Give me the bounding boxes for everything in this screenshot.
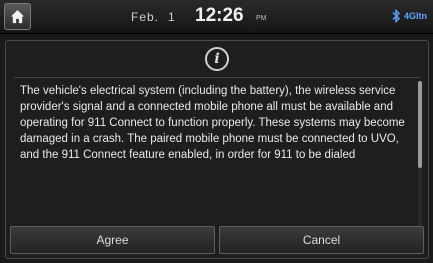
dialog-buttons: Agree Cancel bbox=[10, 226, 424, 254]
dialog-message: The vehicle's electrical system (includi… bbox=[20, 85, 405, 161]
consent-dialog: i The vehicle's electrical system (inclu… bbox=[5, 40, 429, 259]
status-bar: Feb. 1 12:26 PM 4Gltn bbox=[0, 0, 433, 34]
cancel-button[interactable]: Cancel bbox=[219, 226, 424, 254]
dialog-header: i bbox=[6, 41, 428, 77]
date-month: Feb. bbox=[131, 10, 160, 24]
clock-ampm: PM bbox=[256, 15, 267, 22]
agree-button[interactable]: Agree bbox=[10, 226, 215, 254]
clock-time: 12:26 bbox=[195, 5, 244, 26]
header-divider bbox=[14, 77, 420, 78]
home-icon bbox=[10, 9, 25, 24]
status-icons: 4Gltn bbox=[390, 9, 427, 23]
signal-indicator: 4Gltn bbox=[403, 11, 427, 21]
message-scrollbar[interactable] bbox=[418, 81, 422, 226]
date-display: Feb. 1 bbox=[131, 10, 176, 24]
scrollbar-thumb[interactable] bbox=[418, 81, 422, 168]
info-icon: i bbox=[205, 47, 229, 71]
home-button[interactable] bbox=[4, 3, 31, 30]
date-day: 1 bbox=[168, 10, 176, 24]
bluetooth-icon bbox=[392, 9, 400, 23]
